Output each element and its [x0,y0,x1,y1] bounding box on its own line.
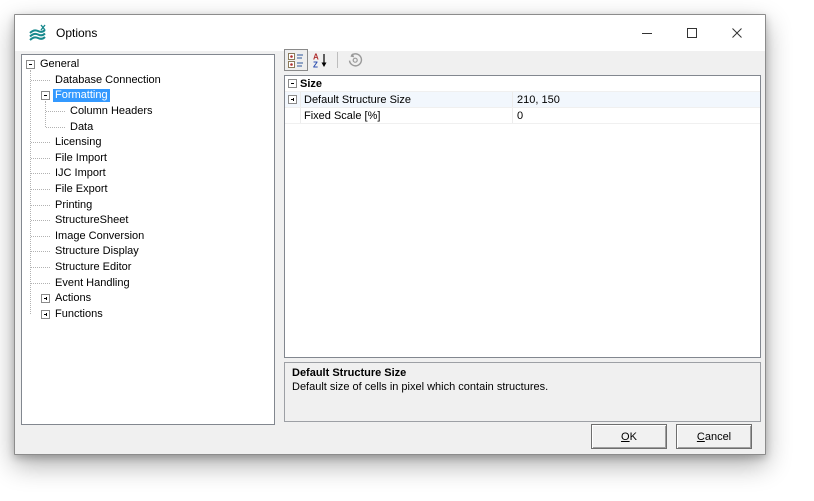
tree-item-label[interactable]: File Export [53,183,110,196]
tree-item-label[interactable]: Data [68,121,95,134]
app-icon [28,24,48,42]
maximize-button[interactable] [669,15,714,51]
description-title: Default Structure Size [292,367,753,379]
reset-button[interactable] [343,49,367,71]
tree-item-image-conversion[interactable]: Image Conversion [22,229,274,245]
property-name[interactable]: Default Structure Size [301,92,513,107]
tree-item-file-import[interactable]: File Import [22,151,274,167]
description-text: Default size of cells in pixel which con… [292,381,753,393]
tree-item-label[interactable]: Column Headers [68,105,155,118]
tree-item-ijc-import[interactable]: IJC Import [22,166,274,182]
tree-connector [46,127,65,128]
tree-item-structure-display[interactable]: Structure Display [22,244,274,260]
tree-connector [31,236,50,237]
screen: Options General Database Connection Format… [0,0,814,501]
tree-item-event-handling[interactable]: Event Handling [22,275,274,291]
reset-icon [347,52,363,68]
tree-item-label[interactable]: Printing [53,199,94,212]
property-grid: Size Default Structure Size210, 150Fixed… [284,75,761,358]
tree-item-label[interactable]: File Import [53,152,109,165]
expand-toggle-icon[interactable] [288,95,297,104]
ok-button[interactable]: OK [591,424,667,449]
tree-item-actions[interactable]: Actions [22,291,274,307]
tree-item-label[interactable]: Actions [53,292,93,305]
toolbar-separator [337,52,338,68]
tree-item-formatting[interactable]: Formatting [22,88,274,104]
property-grid-toolbar: A Z [284,48,367,72]
alphabetical-sort-icon: A Z [312,52,328,68]
tree-item-label[interactable]: Database Connection [53,74,163,87]
tree-connector [31,205,50,206]
close-button[interactable] [714,15,759,51]
tree-item-label[interactable]: General [38,58,81,71]
cancel-button[interactable]: Cancel [676,424,752,449]
tree-item-structure-editor[interactable]: Structure Editor [22,260,274,276]
tree-item-functions[interactable]: Functions [22,307,274,323]
tree-item-label[interactable]: Image Conversion [53,230,146,243]
tree-item-general[interactable]: General [22,57,274,73]
description-panel: Default Structure Size Default size of c… [284,362,761,422]
svg-text:Z: Z [313,61,318,69]
tree-item-label[interactable]: Functions [53,308,105,321]
tree-connector [31,173,50,174]
row-gutter [285,92,301,107]
dialog-buttons: OK Cancel [591,424,752,449]
tree-connector [31,158,50,159]
tree-connector [31,267,50,268]
tree-item-label[interactable]: IJC Import [53,167,108,180]
tree-item-structuresheet[interactable]: StructureSheet [22,213,274,229]
tree-item-label[interactable]: Formatting [53,89,110,102]
tree-item-database-connection[interactable]: Database Connection [22,73,274,89]
categorized-view-button[interactable] [284,49,308,71]
tree-item-label[interactable]: Structure Editor [53,261,133,274]
tree-item-label[interactable]: Licensing [53,136,103,149]
alphabetical-sort-button[interactable]: A Z [308,49,332,71]
tree-item-file-export[interactable]: File Export [22,182,274,198]
property-value[interactable]: 210, 150 [513,94,760,106]
tree-item-column-headers[interactable]: Column Headers [22,104,274,120]
titlebar[interactable]: Options [15,15,765,51]
tree-connector [31,283,50,284]
property-name[interactable]: Fixed Scale [%] [301,108,513,123]
tree-item-label[interactable]: StructureSheet [53,214,130,227]
options-tree: General Database Connection Formatting Colu… [21,54,275,425]
tree-connector [31,142,50,143]
tree-connector [31,80,50,81]
tree-item-licensing[interactable]: Licensing [22,135,274,151]
property-row-fixed-scale[interactable]: Fixed Scale [%]0 [285,108,760,124]
expand-toggle-icon[interactable] [41,294,50,303]
property-value[interactable]: 0 [513,110,760,122]
minimize-button[interactable] [624,15,669,51]
categorized-icon [288,52,304,68]
collapse-toggle-icon[interactable] [41,91,50,100]
window-title: Options [56,26,97,40]
category-row-size[interactable]: Size [285,76,760,92]
tree-connector [31,189,50,190]
window-controls [624,15,759,51]
property-row-default-structure-size[interactable]: Default Structure Size210, 150 [285,92,760,108]
category-label: Size [300,78,322,90]
tree-item-printing[interactable]: Printing [22,197,274,213]
collapse-toggle-icon[interactable] [26,60,35,69]
tree-connector [31,220,50,221]
options-dialog: Options General Database Connection Format… [14,14,766,455]
tree-item-label[interactable]: Event Handling [53,277,132,290]
tree-connector [46,111,65,112]
tree-connector [31,251,50,252]
tree-item-data[interactable]: Data [22,119,274,135]
row-gutter [285,108,301,123]
tree-item-label[interactable]: Structure Display [53,245,141,258]
collapse-toggle-icon[interactable] [288,79,297,88]
expand-toggle-icon[interactable] [41,310,50,319]
